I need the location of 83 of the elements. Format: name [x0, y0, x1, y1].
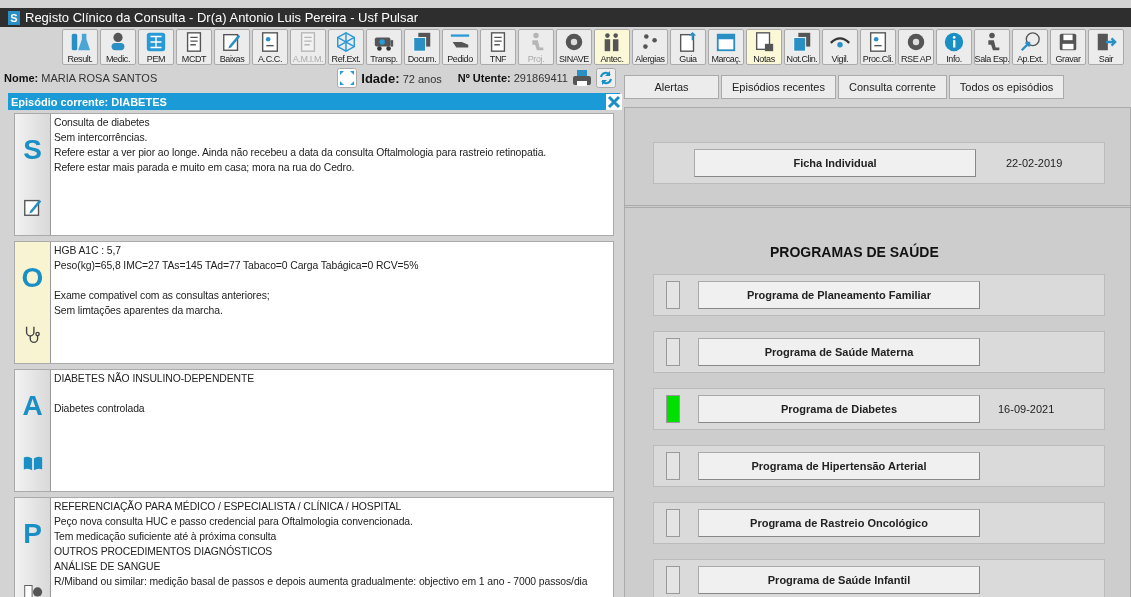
toolbar-button[interactable]: Alergias [632, 29, 668, 65]
episode-title: Episódio corrente: DIABETES [11, 95, 167, 108]
toolbar-button[interactable]: Sala Esp. [974, 29, 1010, 65]
toolbar-button[interactable]: MCDT [176, 29, 212, 65]
toolbar-button[interactable]: Not.Clin. [784, 29, 820, 65]
close-icon[interactable] [606, 93, 622, 110]
info-icon [943, 31, 965, 53]
exit-icon [1095, 31, 1117, 53]
toolbar-button[interactable]: TNF [480, 29, 516, 65]
stacked-pages-icon [791, 31, 813, 53]
note-line: Peço nova consulta HUC e passo credencial para Oftalmologia convencionada. [54, 515, 414, 529]
toolbar-button[interactable]: Gravar [1050, 29, 1086, 65]
toolbar-button[interactable]: Pedido [442, 29, 478, 65]
section-letter: P [23, 518, 42, 550]
refresh-icon[interactable] [596, 68, 616, 88]
program-button[interactable]: Programa de Saúde Infantil [698, 566, 980, 594]
note-line: Consulta de diabetes [54, 116, 151, 130]
toolbar-button[interactable]: Ap.Ext. [1012, 29, 1048, 65]
note-line: Sem intercorrências. [54, 131, 149, 145]
id-card-icon [867, 31, 889, 53]
toolbar-button[interactable]: PEM [138, 29, 174, 65]
program-button[interactable]: Programa de Rastreio Oncológico [698, 509, 980, 537]
toolbar-button[interactable]: RSE AP [898, 29, 934, 65]
grid-icon [145, 31, 167, 53]
toolbar-button[interactable]: Vigil. [822, 29, 858, 65]
tab[interactable]: Todos os episódios [948, 75, 1065, 99]
toolbar-button[interactable]: Medic. [100, 29, 136, 65]
note-line: Sem limtações aparentes da marcha. [54, 304, 224, 318]
programs-title: PROGRAMAS DE SAÚDE [769, 244, 940, 262]
section-letter: A [22, 390, 43, 422]
section-letter: S [23, 134, 42, 166]
toolbar-button[interactable]: Transp. [366, 29, 402, 65]
toolbar-button[interactable]: Info. [936, 29, 972, 65]
toolbar-button[interactable]: Docum. [404, 29, 440, 65]
toolbar-button[interactable]: Baixas [214, 29, 250, 65]
note-line: REFERENCIAÇÃO PARA MÉDICO / ESPECIALISTA / CLÍNICA / HOSPITAL [54, 499, 403, 514]
note-line: Refere estar a ver pior ao longe. Ainda não recebeu a data da consulta Oftalmologia para rastreio retinopatia. [54, 146, 547, 160]
note-line: Peso(kg)=65,8 IMC=27 TAs=145 TAd=77 Tabaco=0 Carga Tabágica=0 RCV=5% [54, 259, 419, 273]
toolbar-button[interactable]: Ref.Ext. [328, 29, 364, 65]
flask-icon [69, 31, 91, 53]
program-date: 16-09-2021 [998, 403, 1055, 415]
toolbar-button[interactable]: Guia [670, 29, 706, 65]
tab[interactable]: Consulta corrente [837, 75, 947, 99]
note-line: HGB A1C : 5,7 [54, 244, 122, 258]
note-line: OUTROS PROCEDIMENTOS DIAGNÓSTICOS [54, 544, 274, 559]
id-card-icon [259, 31, 281, 53]
note-line: R/Miband ou similar: medição basal de passos e depois aumenta gradualmente: objectivo em 1 ano - 7000 passos/dia [54, 575, 588, 589]
note-line: ANÁLISE DE SANGUE [54, 559, 162, 574]
app-logo: S [8, 10, 20, 25]
toolbar-button[interactable]: SINAVE [556, 29, 592, 65]
ficha-button[interactable]: Ficha Individual [694, 149, 976, 177]
toolbar-button[interactable]: A.C.C. [252, 29, 288, 65]
printer-icon[interactable] [572, 68, 592, 88]
patient-number: Nº Utente: 291869411 [457, 72, 568, 84]
toolbar-button[interactable]: Result. [62, 29, 98, 65]
section-letter: O [21, 262, 44, 294]
upload-document-icon [677, 31, 699, 53]
note-line: Exame compativel com as consultas anteriores; [54, 289, 271, 303]
tab[interactable]: Alertas [624, 75, 719, 99]
window-title: Registo Clínico da Consulta - Dr(a) Antonio Luis Pereira - Usf Pulsar [25, 10, 419, 25]
note-line: Diabetes controlada [54, 402, 146, 416]
program-button[interactable]: Programa de Saúde Materna [698, 338, 980, 366]
program-button[interactable]: Programa de Hipertensão Arterial [698, 452, 980, 480]
toolbar-button[interactable]: Proc.Cli. [860, 29, 896, 65]
pencil-icon [221, 31, 243, 53]
patient-name: Nome: MARIA ROSA SANTOS [4, 72, 158, 84]
tab[interactable]: Episódios recentes [721, 75, 836, 99]
note-line: DIABETES NÃO INSULINO-DEPENDENTE [54, 371, 255, 386]
save-icon [1057, 31, 1079, 53]
ficha-date: 22-02-2019 [1006, 157, 1063, 169]
toolbar-button[interactable]: Notas [746, 29, 782, 65]
toolbar-button[interactable]: Marcaç. [708, 29, 744, 65]
toolbar-button[interactable]: Antec. [594, 29, 630, 65]
patient-age: Idade: 72 anos [361, 70, 442, 86]
program-button[interactable]: Programa de Planeamento Familiar [698, 281, 980, 309]
stacked-pages-icon [411, 31, 433, 53]
expand-icon[interactable] [337, 68, 358, 88]
network-icon [335, 31, 357, 53]
toolbar-button[interactable]: Sair [1088, 29, 1124, 65]
calendar-icon [715, 31, 737, 53]
note-line: Tem medicação suficiente até à próxima consulta [54, 530, 278, 544]
note-line: Refere estar mais parada e muito em casa; mora na rua do Cedro. [54, 161, 356, 175]
program-button[interactable]: Programa de Diabetes [698, 395, 980, 423]
